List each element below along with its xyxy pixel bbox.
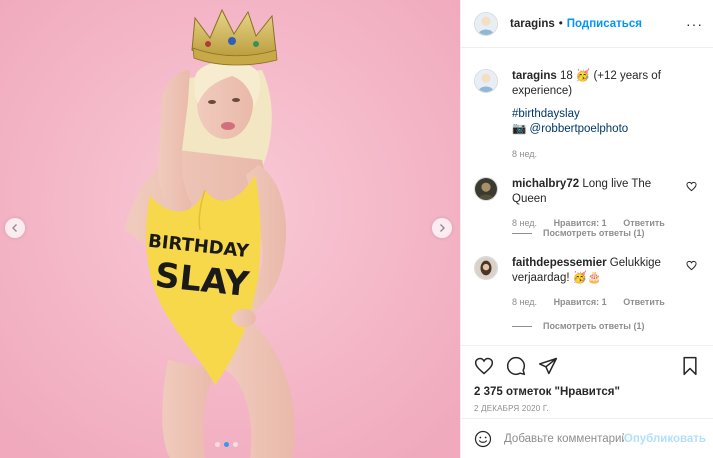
view-replies-button[interactable]: Посмотреть ответы (1) <box>512 228 644 238</box>
caption-time[interactable]: 8 нед. <box>512 149 537 159</box>
carousel-indicator <box>215 442 238 447</box>
carousel-dot <box>215 442 220 447</box>
carousel-next-button[interactable] <box>432 218 452 238</box>
heart-icon[interactable] <box>686 181 697 192</box>
carousel-dot <box>233 442 238 447</box>
share-paper-plane-icon[interactable] <box>538 356 558 376</box>
post-comment-button[interactable]: Опубликовать <box>624 433 706 445</box>
bookmark-icon[interactable] <box>680 356 700 376</box>
comment-username[interactable]: faithdepessemier <box>512 257 607 269</box>
comment-avatar[interactable] <box>474 256 498 280</box>
post-header: taragins • Подписаться ··· <box>461 0 713 48</box>
comment-time[interactable]: 8 нед. <box>512 218 537 228</box>
camera-emoji: 📷 <box>512 123 527 135</box>
comments-section: taragins 18 🥳 (+12 years of experience) … <box>461 49 713 345</box>
chevron-left-icon <box>12 224 17 232</box>
post-side-panel: taragins • Подписаться ··· taragins 18 🥳… <box>460 0 713 458</box>
caption-hashtag[interactable]: #birthdayslay <box>512 108 580 120</box>
likes-count[interactable]: 2 375 отметок "Нравится" <box>474 386 700 398</box>
chevron-right-icon <box>440 224 445 232</box>
caption-mention[interactable]: @robbertpoelphoto <box>530 123 629 135</box>
caption-meta: 8 нед. <box>512 147 704 162</box>
comment-item: michalbry72 Long live The Queen 8 нед. Н… <box>474 177 704 231</box>
emoji-smiley-icon[interactable] <box>474 430 492 448</box>
heart-icon[interactable] <box>686 260 697 271</box>
carousel-dot-active <box>224 442 229 447</box>
view-replies-label: Посмотреть ответы (1) <box>543 321 645 331</box>
replies-divider <box>512 232 532 234</box>
post-media: BIRTHDAY SLAY <box>0 0 460 458</box>
comment-bubble-icon[interactable] <box>506 356 526 376</box>
caption-avatar[interactable] <box>474 69 498 93</box>
comment-input[interactable] <box>504 432 624 445</box>
comment-time[interactable]: 8 нед. <box>512 297 537 307</box>
caption-username[interactable]: taragins <box>512 70 557 82</box>
carousel-prev-button[interactable] <box>5 218 25 238</box>
comment-username[interactable]: michalbry72 <box>512 178 579 190</box>
view-replies-button[interactable]: Посмотреть ответы (1) <box>512 321 644 331</box>
author-username[interactable]: taragins <box>510 18 555 30</box>
comment-likes[interactable]: Нравится: 1 <box>554 218 607 228</box>
comment-likes[interactable]: Нравится: 1 <box>554 297 607 307</box>
post-caption: taragins 18 🥳 (+12 years of experience) … <box>474 69 704 162</box>
follow-button[interactable]: Подписаться <box>567 18 642 30</box>
post-dialog: BIRTHDAY SLAY taragins • Подписаться ···… <box>0 0 713 458</box>
add-comment-bar: Опубликовать <box>461 418 713 458</box>
action-icons <box>474 354 700 378</box>
like-heart-icon[interactable] <box>474 356 494 376</box>
reply-button[interactable]: Ответить <box>623 218 665 228</box>
comment-meta: 8 нед. Нравится: 1 Ответить <box>512 295 682 310</box>
more-options-button[interactable]: ··· <box>686 16 703 32</box>
author-avatar[interactable] <box>474 11 498 36</box>
comment-item: faithdepessemier Gelukkige verjaardag! 🥳… <box>474 256 704 310</box>
view-replies-label: Посмотреть ответы (1) <box>543 228 645 238</box>
reply-button[interactable]: Ответить <box>623 297 665 307</box>
replies-divider <box>512 325 532 327</box>
comment-avatar[interactable] <box>474 177 498 201</box>
post-photo: BIRTHDAY SLAY <box>0 0 460 458</box>
post-actions: 2 375 отметок "Нравится" 2 ДЕКАБРЯ 2020 … <box>461 345 713 413</box>
header-separator: • <box>558 17 563 30</box>
post-date[interactable]: 2 ДЕКАБРЯ 2020 Г. <box>474 404 700 413</box>
